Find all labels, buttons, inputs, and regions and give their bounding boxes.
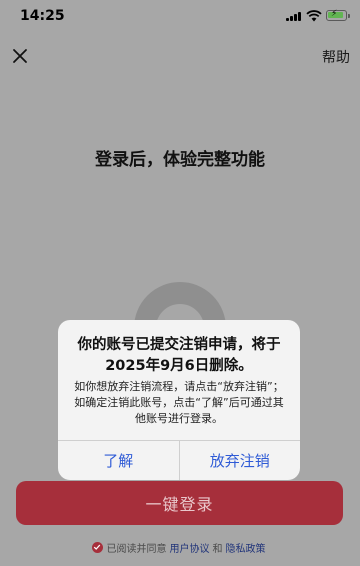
check-icon bbox=[93, 544, 101, 550]
cancel-deletion-button[interactable]: 放弃注销 bbox=[178, 441, 301, 480]
agreement-row: 已阅读并同意 用户协议 和 隐私政策 bbox=[0, 540, 360, 555]
help-link[interactable]: 帮助 bbox=[322, 47, 350, 67]
close-button[interactable] bbox=[8, 44, 32, 68]
status-bar: 14:25 ⚡ bbox=[0, 0, 360, 32]
cellular-signal-icon bbox=[286, 12, 302, 21]
login-screen: 14:25 ⚡ 帮助 登录后，体验完整功能 一键登录 已阅读并同意 用户协议 和… bbox=[0, 0, 360, 566]
account-deletion-dialog: 你的账号已提交注销申请，将于2025年9月6日删除。 如你想放弃注销流程，请点击… bbox=[58, 320, 300, 480]
dialog-actions: 了解 放弃注销 bbox=[58, 440, 300, 480]
dialog-title: 你的账号已提交注销申请，将于2025年9月6日删除。 bbox=[77, 337, 281, 374]
battery-charging-icon: ⚡ bbox=[326, 9, 350, 21]
privacy-policy-link[interactable]: 隐私政策 bbox=[226, 540, 266, 555]
wifi-icon bbox=[306, 10, 322, 22]
one-click-login-button[interactable]: 一键登录 bbox=[16, 481, 343, 525]
dialog-message: 如你想放弃注销流程，请点击“放弃注销”；如确定注销此账号，点击“了解”后可通过其… bbox=[74, 380, 284, 425]
close-icon bbox=[13, 49, 27, 63]
agreement-checkbox[interactable] bbox=[91, 541, 103, 553]
page-headline: 登录后，体验完整功能 bbox=[95, 150, 265, 170]
agreement-prefix: 已阅读并同意 bbox=[106, 543, 167, 555]
status-time: 14:25 bbox=[20, 8, 65, 24]
agreement-and: 和 bbox=[212, 543, 223, 555]
understand-button[interactable]: 了解 bbox=[58, 441, 179, 480]
login-button-label: 一键登录 bbox=[145, 495, 214, 514]
user-agreement-link[interactable]: 用户协议 bbox=[170, 540, 210, 555]
